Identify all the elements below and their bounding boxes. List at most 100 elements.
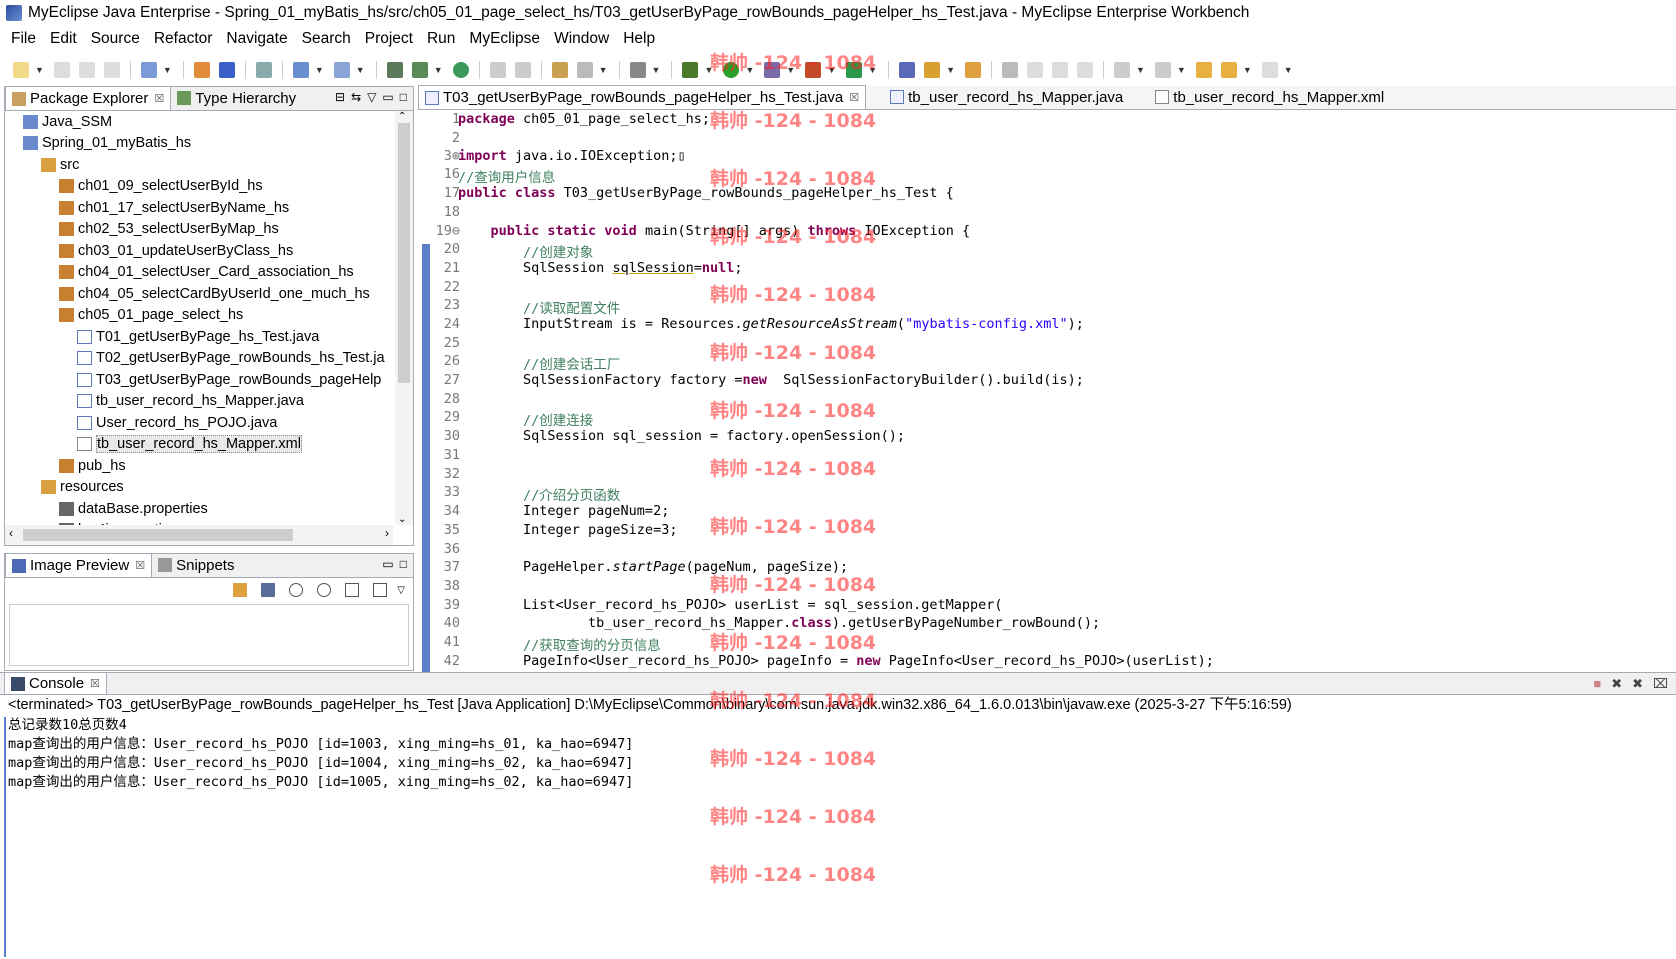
new-icon[interactable] xyxy=(13,62,29,78)
tree-item[interactable]: User_record_hs_POJO.java xyxy=(5,412,393,434)
tab-console[interactable]: Console ☒ xyxy=(4,672,107,694)
forward-icon[interactable] xyxy=(1261,62,1278,78)
upload-icon[interactable] xyxy=(489,62,506,78)
tree-item[interactable]: T03_getUserByPage_rowBounds_pageHelp xyxy=(5,369,393,391)
code-line[interactable]: package ch05_01_page_select_hs; xyxy=(458,111,710,127)
code-line[interactable]: //读取配置文件 xyxy=(458,297,620,317)
tab-mapper-java[interactable]: tb_user_record_hs_Mapper.java xyxy=(884,85,1129,109)
zoom-in-icon[interactable] xyxy=(317,583,332,597)
menu-file[interactable]: File xyxy=(4,30,43,48)
code-line[interactable]: //创建会话工厂 xyxy=(458,353,620,373)
tree-item[interactable]: Spring_01_myBatis_hs xyxy=(5,133,393,155)
box-icon[interactable] xyxy=(193,62,210,78)
sync-icon[interactable] xyxy=(514,62,531,78)
server-icon[interactable] xyxy=(140,62,157,78)
code-line[interactable]: public class T03_getUserByPage_rowBounds… xyxy=(458,185,954,201)
debug-icon[interactable] xyxy=(682,62,699,78)
open-perspective-icon[interactable] xyxy=(899,62,916,78)
pen-icon[interactable] xyxy=(924,62,941,78)
close-icon[interactable]: ☒ xyxy=(135,559,145,572)
horizontal-scrollbar[interactable]: ‹ › xyxy=(5,525,393,545)
cube-icon[interactable] xyxy=(218,62,235,78)
code-line[interactable]: SqlSessionFactory factory =new SqlSessio… xyxy=(458,372,1084,388)
close-icon[interactable]: ☒ xyxy=(90,677,100,690)
tree-item[interactable]: ch04_01_selectUser_Card_association_hs xyxy=(5,262,393,284)
chevron-left-icon[interactable]: ‹ xyxy=(9,526,13,540)
menu-help[interactable]: Help xyxy=(616,30,662,48)
fit-image-icon[interactable] xyxy=(261,583,276,597)
chevron-down-icon[interactable]: ▼ xyxy=(356,65,365,75)
block-selection-icon[interactable] xyxy=(1051,62,1068,78)
scrollbar-thumb[interactable] xyxy=(398,123,410,383)
menu-refactor[interactable]: Refactor xyxy=(147,30,220,48)
actual-size-icon[interactable] xyxy=(345,583,360,597)
run-server-icon[interactable] xyxy=(411,62,428,78)
menu-navigate[interactable]: Navigate xyxy=(219,30,294,48)
code-line[interactable]: //介绍分页函数 xyxy=(458,484,620,504)
task-icon[interactable] xyxy=(964,62,981,78)
menu-search[interactable]: Search xyxy=(295,30,358,48)
tree-item[interactable]: ch01_17_selectUserByName_hs xyxy=(5,197,393,219)
code-line[interactable]: //获取查询的分页信息 xyxy=(458,634,661,654)
next-annotation-icon[interactable] xyxy=(1113,62,1130,78)
link-editor-icon[interactable]: ⇆ xyxy=(351,90,361,104)
annotation-icon[interactable] xyxy=(1001,62,1018,78)
maximize-icon[interactable]: □ xyxy=(400,90,407,104)
tree-item[interactable]: ch05_01_page_select_hs xyxy=(5,305,393,327)
menu-myeclipse[interactable]: MyEclipse xyxy=(462,30,547,48)
code-line[interactable]: import java.io.IOException;▯ xyxy=(458,148,686,164)
maximize-icon[interactable]: □ xyxy=(400,557,407,571)
remove-launch-icon[interactable]: ✖ xyxy=(1611,676,1622,692)
chevron-down-icon[interactable]: ▼ xyxy=(1243,65,1252,75)
chevron-down-icon[interactable]: ▼ xyxy=(1284,65,1293,75)
menu-edit[interactable]: Edit xyxy=(43,30,84,48)
terminal-icon[interactable] xyxy=(255,62,272,78)
code-line[interactable]: //创建连接 xyxy=(458,409,593,429)
code-line[interactable]: PageInfo<User_record_hs_POJO> pageInfo =… xyxy=(458,653,1214,669)
chevron-up-icon[interactable]: ⌃ xyxy=(398,111,406,122)
show-whitespace-icon[interactable] xyxy=(1076,62,1093,78)
save-all-icon[interactable] xyxy=(78,62,95,78)
close-icon[interactable]: ☒ xyxy=(849,91,859,104)
minimize-icon[interactable]: ▭ xyxy=(382,90,393,104)
code-line[interactable]: InputStream is = Resources.getResourceAs… xyxy=(458,316,1084,332)
tree-item[interactable]: ch04_05_selectCardByUserId_one_much_hs xyxy=(5,283,393,305)
minimize-icon[interactable]: ▭ xyxy=(382,557,393,571)
open-type-icon[interactable] xyxy=(551,62,568,78)
browser-icon[interactable] xyxy=(333,62,350,78)
tree-item[interactable]: tb_user_record_hs_Mapper.xml xyxy=(5,434,393,456)
chevron-down-icon[interactable]: ▼ xyxy=(946,65,955,75)
tree-item[interactable]: ch01_09_selectUserById_hs xyxy=(5,176,393,198)
zoom-fit-icon[interactable] xyxy=(373,583,388,597)
vertical-scrollbar[interactable]: ⌃ ⌄ xyxy=(395,111,413,525)
terminate-icon[interactable]: ■ xyxy=(1593,676,1601,692)
code-line[interactable]: Integer pageNum=2; xyxy=(458,503,669,519)
code-line[interactable]: Integer pageSize=3; xyxy=(458,522,677,538)
chevron-down-icon[interactable]: ▼ xyxy=(35,65,44,75)
last-edit-icon[interactable] xyxy=(1195,62,1212,78)
back-icon[interactable] xyxy=(1220,62,1237,78)
highlight-icon[interactable] xyxy=(1026,62,1043,78)
chevron-down-icon[interactable]: ▼ xyxy=(652,65,661,75)
chevron-down-icon[interactable]: ▼ xyxy=(599,65,608,75)
globe-icon[interactable] xyxy=(452,62,469,78)
chevron-down-icon[interactable]: ▼ xyxy=(315,65,324,75)
tree-item[interactable]: pub_hs xyxy=(5,455,393,477)
clear-console-icon[interactable]: ⌧ xyxy=(1653,676,1668,692)
code-line[interactable]: SqlSession sql_session = factory.openSes… xyxy=(458,428,905,444)
tree-item[interactable]: T01_getUserByPage_hs_Test.java xyxy=(5,326,393,348)
tab-snippets[interactable]: Snippets xyxy=(152,553,240,577)
tree-item[interactable]: tb_user_record_hs_Mapper.java xyxy=(5,391,393,413)
collapse-all-icon[interactable]: ⊟ xyxy=(335,90,345,104)
tree-item[interactable]: ch03_01_updateUserByClass_hs xyxy=(5,240,393,262)
tree-item[interactable]: ch02_53_selectUserByMap_hs xyxy=(5,219,393,241)
tree-item[interactable]: dataBase.properties xyxy=(5,498,393,520)
menu-project[interactable]: Project xyxy=(358,30,420,48)
deploy-icon[interactable] xyxy=(386,62,403,78)
camera-icon[interactable] xyxy=(629,62,646,78)
menu-run[interactable]: Run xyxy=(420,30,462,48)
code-line[interactable]: //查询用户信息 xyxy=(458,166,555,186)
save-icon[interactable] xyxy=(53,62,70,78)
chevron-down-icon[interactable]: ⌄ xyxy=(398,514,406,525)
tab-type-hierarchy[interactable]: Type Hierarchy xyxy=(171,86,302,110)
